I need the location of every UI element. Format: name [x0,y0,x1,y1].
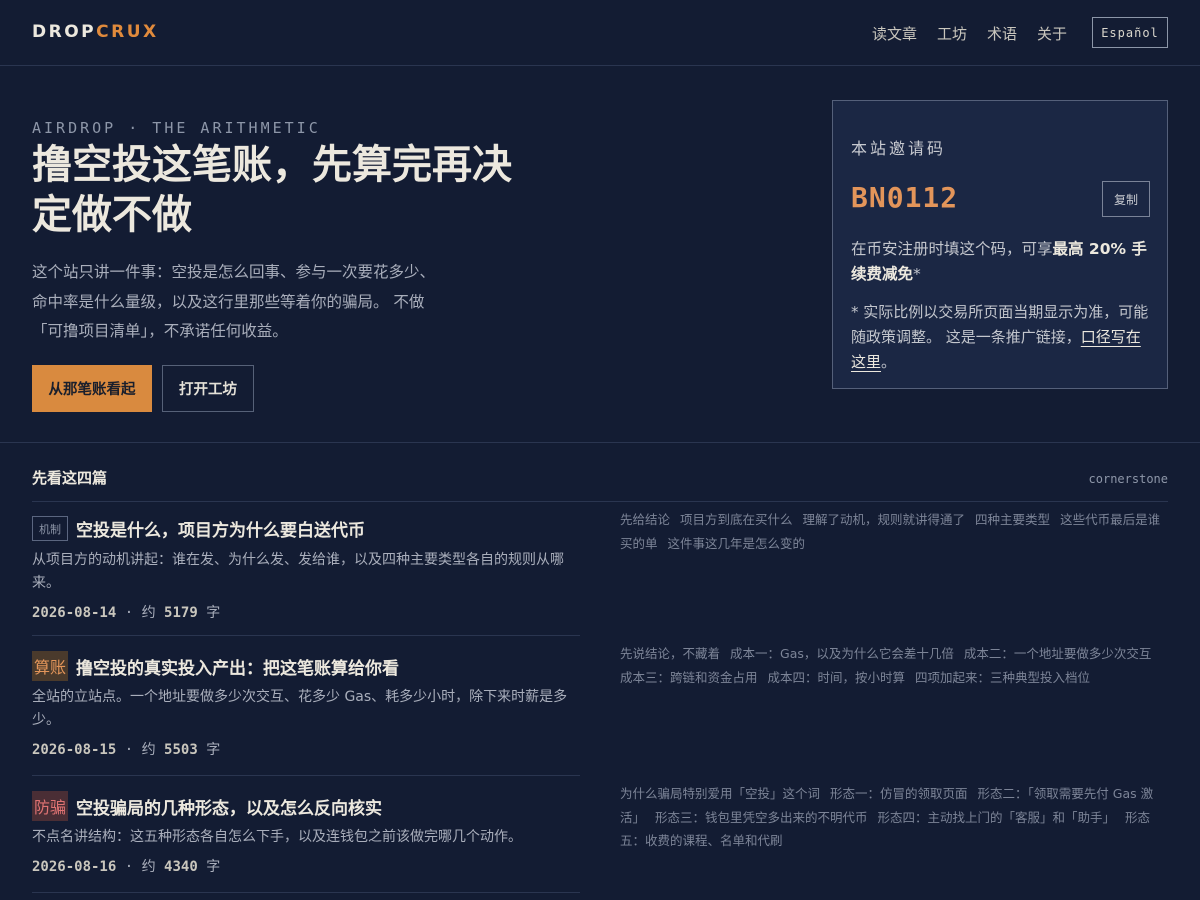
top-bar: DROPCRUX 读文章 工坊 术语 关于 Español [0,0,1200,66]
article-item: 算账 撸空投的真实投入产出：把这笔账算给你看 全站的立站点。一个地址要做多少次交… [32,651,580,759]
toc-link[interactable]: 理解了动机，规则就讲得通了 [803,512,966,527]
article-toc: 先给结论 项目方到底在买什么 理解了动机，规则就讲得通了 四种主要类型 这些代币最后是谁… [620,508,1168,555]
article-title-link[interactable]: 空投是什么，项目方为什么要白送代币 [76,516,365,541]
language-switch-button[interactable]: Español [1092,17,1168,48]
category-badge: 防骗 [32,791,69,821]
section-title: 先看这四篇 [32,469,108,487]
toc-link[interactable]: 项目方到底在买什么 [680,512,793,527]
toc-link[interactable]: 成本一：Gas，以及为什么它会差十几倍 [730,646,954,661]
invite-code-card: 本站邀请码 BN0112 复制 在币安注册时填这个码，可享最高 20% 手续费减… [832,100,1168,389]
section-tag: cornerstone [1088,472,1168,486]
main-nav: 读文章 工坊 术语 关于 [872,23,1067,44]
toc-link[interactable]: 四项加起来：三种典型投入档位 [915,670,1090,685]
nav-workshop[interactable]: 工坊 [937,23,967,44]
article-title-link[interactable]: 空投骗局的几种形态，以及怎么反向核实 [76,794,382,819]
hero-title: 撸空投这笔账，先算完再决定做不做 [32,141,512,238]
article-toc: 为什么骗局特别爱用「空投」这个词 形态一：仿冒的领取页面 形态二：「领取需要先付 G… [620,782,1168,853]
nav-read-articles[interactable]: 读文章 [872,23,917,44]
invite-benefit-text: 在币安注册时填这个码，可享最高 20% 手续费减免* [851,240,1147,283]
article-meta: 2026-08-16 · 约 4340 字 [32,859,221,875]
article-toc: 先说结论，不藏着 成本一：Gas，以及为什么它会差十几倍 成本二：一个地址要做多少次… [620,642,1168,689]
invite-disclaimer: * 实际比例以交易所页面当期显示为准，可能随政策调整。 这是一条推广链接，口径写… [851,303,1149,371]
invite-code: BN0112 [851,181,959,214]
site-logo[interactable]: DROPCRUX [32,22,159,42]
toc-link[interactable]: 形态三：钱包里凭空多出来的不明代币 [655,810,868,825]
article-divider [32,775,580,776]
open-workshop-button[interactable]: 打开工坊 [162,365,254,412]
article-meta: 2026-08-15 · 约 5503 字 [32,742,221,758]
nav-about[interactable]: 关于 [1037,23,1067,44]
article-divider [32,892,580,893]
article-item: 防骗 空投骗局的几种形态，以及怎么反向核实 不点名讲结构：这五种形态各自怎么下手… [32,791,580,876]
toc-link[interactable]: 成本四：时间，按小时算 [768,670,906,685]
article-item: 机制 空投是什么，项目方为什么要白送代币 从项目方的动机讲起：谁在发、为什么发、… [32,516,580,622]
category-badge: 算账 [32,651,69,681]
hero-description: 这个站只讲一件事：空投是怎么回事、参与一次要花多少、 命中率是什么量级，以及这行… [32,263,436,340]
toc-link[interactable]: 形态一：仿冒的领取页面 [830,786,968,801]
copy-code-button[interactable]: 复制 [1102,181,1150,217]
toc-link[interactable]: 为什么骗局特别爱用「空投」这个词 [620,786,820,801]
section-divider [0,442,1200,443]
article-divider [32,635,580,636]
toc-link[interactable]: 成本三：跨链和资金占用 [620,670,758,685]
start-reading-button[interactable]: 从那笔账看起 [32,365,152,412]
toc-link[interactable]: 这件事这几年是怎么变的 [668,536,806,551]
toc-link[interactable]: 先给结论 [620,512,670,527]
article-summary: 从项目方的动机讲起：谁在发、为什么发、发给谁，以及四种主要类型各自的规则从哪来。 [32,552,564,591]
toc-link[interactable]: 四种主要类型 [975,512,1050,527]
toc-link[interactable]: 成本二：一个地址要做多少次交互 [964,646,1152,661]
article-title-link[interactable]: 撸空投的真实投入产出：把这笔账算给你看 [76,654,399,679]
article-summary: 全站的立站点。一个地址要做多少次交互、花多少 Gas、耗多少小时，除下来时薪是多… [32,689,568,728]
nav-glossary[interactable]: 术语 [987,23,1017,44]
toc-link[interactable]: 先说结论，不藏着 [620,646,720,661]
hero-eyebrow: AIRDROP · THE ARITHMETIC [32,119,321,137]
article-meta: 2026-08-14 · 约 5179 字 [32,605,221,621]
invite-label: 本站邀请码 [851,139,947,158]
category-badge: 机制 [32,516,68,541]
section-rule [32,501,1168,502]
article-summary: 不点名讲结构：这五种形态各自怎么下手，以及连钱包之前该做完哪几个动作。 [32,829,522,845]
toc-link[interactable]: 形态四：主动找上门的「客服」和「助手」 [878,810,1116,825]
